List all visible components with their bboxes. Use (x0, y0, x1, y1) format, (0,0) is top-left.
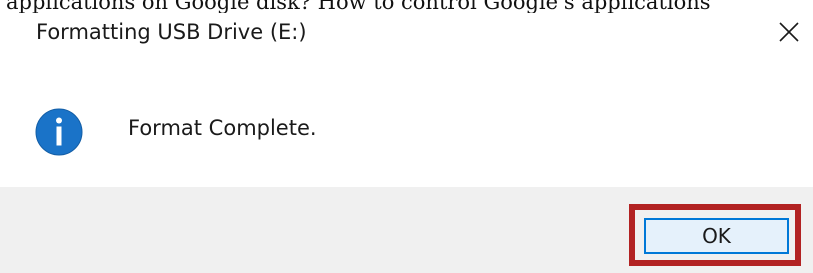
format-complete-dialog: Formatting USB Drive (E:) Format Complet… (0, 13, 813, 273)
page-caption: applications on Google disk? How to cont… (6, 0, 711, 13)
info-icon (35, 108, 83, 156)
dialog-title: Formatting USB Drive (E:) (36, 20, 307, 44)
close-button[interactable] (770, 15, 810, 51)
dialog-message: Format Complete. (128, 116, 317, 140)
dialog-content: Format Complete. (0, 53, 813, 187)
close-icon (779, 22, 799, 42)
title-bar: Formatting USB Drive (E:) (0, 13, 813, 53)
dialog-footer: OK (0, 187, 813, 273)
ok-button[interactable]: OK (644, 218, 789, 254)
